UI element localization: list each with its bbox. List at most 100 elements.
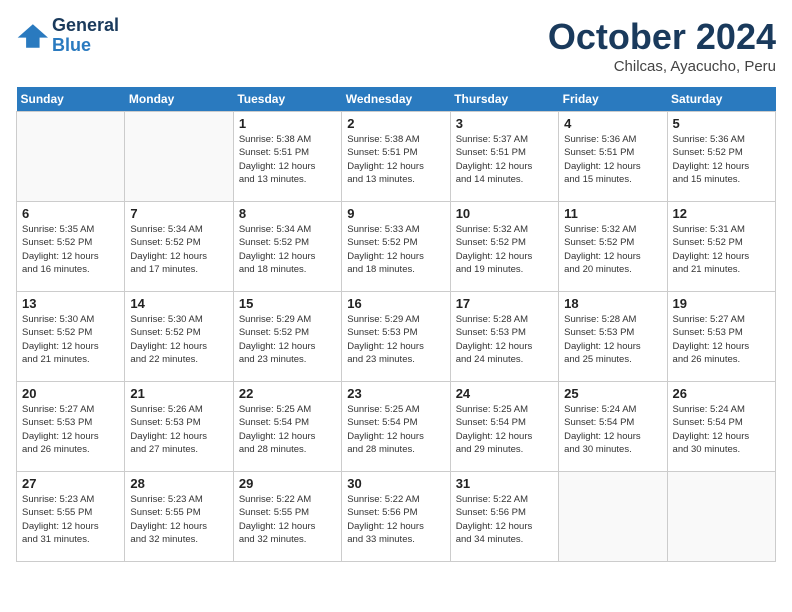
day-number: 8 [239,206,336,221]
day-number: 5 [673,116,770,131]
header-monday: Monday [125,87,233,112]
day-info: Sunrise: 5:33 AM Sunset: 5:52 PM Dayligh… [347,223,444,276]
day-info: Sunrise: 5:34 AM Sunset: 5:52 PM Dayligh… [130,223,227,276]
day-info: Sunrise: 5:26 AM Sunset: 5:53 PM Dayligh… [130,403,227,456]
calendar-cell: 22 Sunrise: 5:25 AM Sunset: 5:54 PM Dayli… [233,382,341,472]
calendar-cell: 12 Sunrise: 5:31 AM Sunset: 5:52 PM Dayli… [667,202,775,292]
day-number: 13 [22,296,119,311]
day-number: 3 [456,116,553,131]
day-number: 12 [673,206,770,221]
day-number: 28 [130,476,227,491]
week-row-4: 20 Sunrise: 5:27 AM Sunset: 5:53 PM Dayli… [17,382,776,472]
day-number: 1 [239,116,336,131]
logo-line1: General [52,16,119,36]
day-number: 6 [22,206,119,221]
day-info: Sunrise: 5:25 AM Sunset: 5:54 PM Dayligh… [456,403,553,456]
calendar-cell: 21 Sunrise: 5:26 AM Sunset: 5:53 PM Dayli… [125,382,233,472]
calendar-cell: 19 Sunrise: 5:27 AM Sunset: 5:53 PM Dayli… [667,292,775,382]
calendar-cell: 11 Sunrise: 5:32 AM Sunset: 5:52 PM Dayli… [559,202,667,292]
calendar-cell: 25 Sunrise: 5:24 AM Sunset: 5:54 PM Dayli… [559,382,667,472]
header-sunday: Sunday [17,87,125,112]
day-info: Sunrise: 5:30 AM Sunset: 5:52 PM Dayligh… [130,313,227,366]
day-number: 30 [347,476,444,491]
week-row-5: 27Sunrise: 5:23 AM Sunset: 5:55 PM Dayli… [17,472,776,562]
calendar-cell: 20 Sunrise: 5:27 AM Sunset: 5:53 PM Dayli… [17,382,125,472]
calendar-cell: 15 Sunrise: 5:29 AM Sunset: 5:52 PM Dayli… [233,292,341,382]
day-number: 20 [22,386,119,401]
day-number: 31 [456,476,553,491]
day-number: 2 [347,116,444,131]
day-number: 29 [239,476,336,491]
day-info: Sunrise: 5:28 AM Sunset: 5:53 PM Dayligh… [456,313,553,366]
calendar-cell: 13 Sunrise: 5:30 AM Sunset: 5:52 PM Dayli… [17,292,125,382]
week-row-1: 1 Sunrise: 5:38 AM Sunset: 5:51 PM Daylig… [17,112,776,202]
day-info: Sunrise: 5:30 AM Sunset: 5:52 PM Dayligh… [22,313,119,366]
day-number: 10 [456,206,553,221]
calendar-cell: 6 Sunrise: 5:35 AM Sunset: 5:52 PM Daylig… [17,202,125,292]
day-info: Sunrise: 5:34 AM Sunset: 5:52 PM Dayligh… [239,223,336,276]
day-info: Sunrise: 5:25 AM Sunset: 5:54 PM Dayligh… [239,403,336,456]
day-number: 9 [347,206,444,221]
week-row-3: 13 Sunrise: 5:30 AM Sunset: 5:52 PM Dayli… [17,292,776,382]
header-tuesday: Tuesday [233,87,341,112]
day-info: Sunrise: 5:22 AM Sunset: 5:56 PM Dayligh… [347,493,444,546]
calendar-cell [667,472,775,562]
day-number: 21 [130,386,227,401]
day-number: 7 [130,206,227,221]
header-row: SundayMondayTuesdayWednesdayThursdayFrid… [17,87,776,112]
day-info: Sunrise: 5:22 AM Sunset: 5:55 PM Dayligh… [239,493,336,546]
day-info: Sunrise: 5:29 AM Sunset: 5:52 PM Dayligh… [239,313,336,366]
day-info: Sunrise: 5:23 AM Sunset: 5:55 PM Dayligh… [22,493,119,546]
day-info: Sunrise: 5:25 AM Sunset: 5:54 PM Dayligh… [347,403,444,456]
day-info: Sunrise: 5:31 AM Sunset: 5:52 PM Dayligh… [673,223,770,276]
day-info: Sunrise: 5:36 AM Sunset: 5:51 PM Dayligh… [564,133,661,186]
day-info: Sunrise: 5:36 AM Sunset: 5:52 PM Dayligh… [673,133,770,186]
day-number: 22 [239,386,336,401]
calendar-cell: 18Sunrise: 5:28 AM Sunset: 5:53 PM Dayli… [559,292,667,382]
calendar-cell: 14 Sunrise: 5:30 AM Sunset: 5:52 PM Dayli… [125,292,233,382]
day-info: Sunrise: 5:22 AM Sunset: 5:56 PM Dayligh… [456,493,553,546]
calendar-cell [559,472,667,562]
calendar-cell: 29 Sunrise: 5:22 AM Sunset: 5:55 PM Dayli… [233,472,341,562]
day-info: Sunrise: 5:27 AM Sunset: 5:53 PM Dayligh… [673,313,770,366]
calendar-cell: 17 Sunrise: 5:28 AM Sunset: 5:53 PM Dayli… [450,292,558,382]
logo-icon [16,22,48,50]
calendar-cell: 9 Sunrise: 5:33 AM Sunset: 5:52 PM Daylig… [342,202,450,292]
calendar-cell [17,112,125,202]
day-info: Sunrise: 5:28 AM Sunset: 5:53 PM Dayligh… [564,313,661,366]
day-info: Sunrise: 5:38 AM Sunset: 5:51 PM Dayligh… [347,133,444,186]
calendar-cell: 2 Sunrise: 5:38 AM Sunset: 5:51 PM Daylig… [342,112,450,202]
day-info: Sunrise: 5:35 AM Sunset: 5:52 PM Dayligh… [22,223,119,276]
calendar-cell: 3 Sunrise: 5:37 AM Sunset: 5:51 PM Daylig… [450,112,558,202]
calendar-cell: 28Sunrise: 5:23 AM Sunset: 5:55 PM Dayli… [125,472,233,562]
day-info: Sunrise: 5:32 AM Sunset: 5:52 PM Dayligh… [456,223,553,276]
day-number: 19 [673,296,770,311]
calendar-cell: 5 Sunrise: 5:36 AM Sunset: 5:52 PM Daylig… [667,112,775,202]
calendar-table: SundayMondayTuesdayWednesdayThursdayFrid… [16,87,776,562]
day-number: 17 [456,296,553,311]
day-info: Sunrise: 5:24 AM Sunset: 5:54 PM Dayligh… [564,403,661,456]
calendar-cell: 26 Sunrise: 5:24 AM Sunset: 5:54 PM Dayli… [667,382,775,472]
day-info: Sunrise: 5:27 AM Sunset: 5:53 PM Dayligh… [22,403,119,456]
day-number: 26 [673,386,770,401]
page-header: General Blue October 2024 Chilcas, Ayacu… [16,16,776,75]
logo: General Blue [16,16,119,56]
header-thursday: Thursday [450,87,558,112]
title-block: October 2024 Chilcas, Ayacucho, Peru [548,16,776,75]
calendar-cell: 27Sunrise: 5:23 AM Sunset: 5:55 PM Dayli… [17,472,125,562]
day-number: 11 [564,206,661,221]
calendar-cell: 8 Sunrise: 5:34 AM Sunset: 5:52 PM Daylig… [233,202,341,292]
calendar-cell [125,112,233,202]
day-info: Sunrise: 5:29 AM Sunset: 5:53 PM Dayligh… [347,313,444,366]
week-row-2: 6 Sunrise: 5:35 AM Sunset: 5:52 PM Daylig… [17,202,776,292]
day-number: 15 [239,296,336,311]
day-number: 25 [564,386,661,401]
day-info: Sunrise: 5:32 AM Sunset: 5:52 PM Dayligh… [564,223,661,276]
calendar-cell: 31 Sunrise: 5:22 AM Sunset: 5:56 PM Dayli… [450,472,558,562]
day-number: 14 [130,296,227,311]
day-info: Sunrise: 5:24 AM Sunset: 5:54 PM Dayligh… [673,403,770,456]
calendar-cell: 7 Sunrise: 5:34 AM Sunset: 5:52 PM Daylig… [125,202,233,292]
day-info: Sunrise: 5:37 AM Sunset: 5:51 PM Dayligh… [456,133,553,186]
calendar-cell: 10 Sunrise: 5:32 AM Sunset: 5:52 PM Dayli… [450,202,558,292]
month-title: October 2024 [548,16,776,58]
